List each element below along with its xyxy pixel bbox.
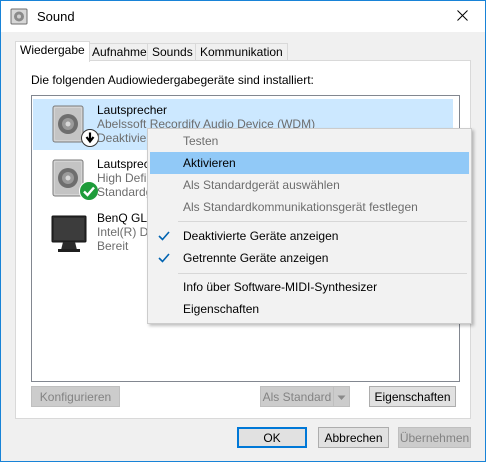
- set-default-button[interactable]: Als Standard: [260, 386, 334, 407]
- chevron-down-icon: [337, 390, 346, 404]
- menu-item-properties[interactable]: Eigenschaften: [150, 298, 469, 320]
- menu-item-test[interactable]: Testen: [150, 130, 469, 152]
- menu-item-label: Als Standardkommunikationsgerät festlege…: [183, 200, 418, 214]
- properties-button[interactable]: Eigenschaften: [369, 386, 456, 407]
- close-icon: [456, 9, 468, 24]
- title-bar: Sound: [1, 1, 485, 32]
- apply-button[interactable]: Übernehmen: [398, 427, 471, 448]
- menu-item-label: Testen: [183, 134, 219, 148]
- checkmark-icon: [158, 247, 170, 276]
- menu-item-set-default[interactable]: Als Standardgerät auswählen: [150, 174, 469, 196]
- cancel-button[interactable]: Abbrechen: [318, 427, 389, 448]
- context-menu: Testen Aktivieren Als Standardgerät ausw…: [147, 128, 472, 324]
- tab-kommunikation[interactable]: Kommunikation: [195, 43, 288, 61]
- menu-item-show-disabled[interactable]: Deaktivierte Geräte anzeigen: [150, 225, 469, 247]
- menu-item-show-disconnected[interactable]: Getrennte Geräte anzeigen: [150, 247, 469, 269]
- window-title: Sound: [37, 9, 75, 24]
- menu-item-set-default-comm[interactable]: Als Standardkommunikationsgerät festlege…: [150, 196, 469, 218]
- menu-separator: [178, 273, 467, 274]
- menu-item-activate[interactable]: Aktivieren: [150, 152, 469, 174]
- set-default-dropdown[interactable]: [333, 386, 350, 407]
- speaker-icon: [10, 8, 28, 25]
- tab-wiedergabe[interactable]: Wiedergabe: [15, 41, 90, 62]
- tab-sounds[interactable]: Sounds: [147, 43, 198, 61]
- tab-aufnahme[interactable]: Aufnahme: [87, 43, 152, 61]
- monitor-icon: [51, 212, 91, 256]
- ok-button[interactable]: OK: [237, 427, 307, 448]
- sound-dialog: Sound Wiedergabe Aufnahme Sounds Kommuni…: [0, 0, 486, 462]
- menu-separator: [178, 221, 467, 222]
- device-name: Lautsprecher: [97, 103, 168, 117]
- panel-description: Die folgenden Audiowiedergabegeräte sind…: [31, 73, 314, 87]
- menu-item-label: Info über Software-MIDI-Synthesizer: [183, 280, 378, 294]
- menu-item-midi-info[interactable]: Info über Software-MIDI-Synthesizer: [150, 276, 469, 298]
- configure-button[interactable]: Konfigurieren: [31, 386, 120, 407]
- checkmark-icon: [79, 181, 99, 201]
- set-default-splitbutton[interactable]: Als Standard: [260, 386, 350, 407]
- menu-item-label: Deaktivierte Geräte anzeigen: [183, 229, 339, 243]
- menu-item-label: Eigenschaften: [183, 302, 260, 316]
- menu-item-label: Als Standardgerät auswählen: [183, 178, 340, 192]
- menu-item-label: Aktivieren: [183, 156, 236, 170]
- menu-item-label: Getrennte Geräte anzeigen: [183, 251, 329, 265]
- close-button[interactable]: [439, 1, 485, 32]
